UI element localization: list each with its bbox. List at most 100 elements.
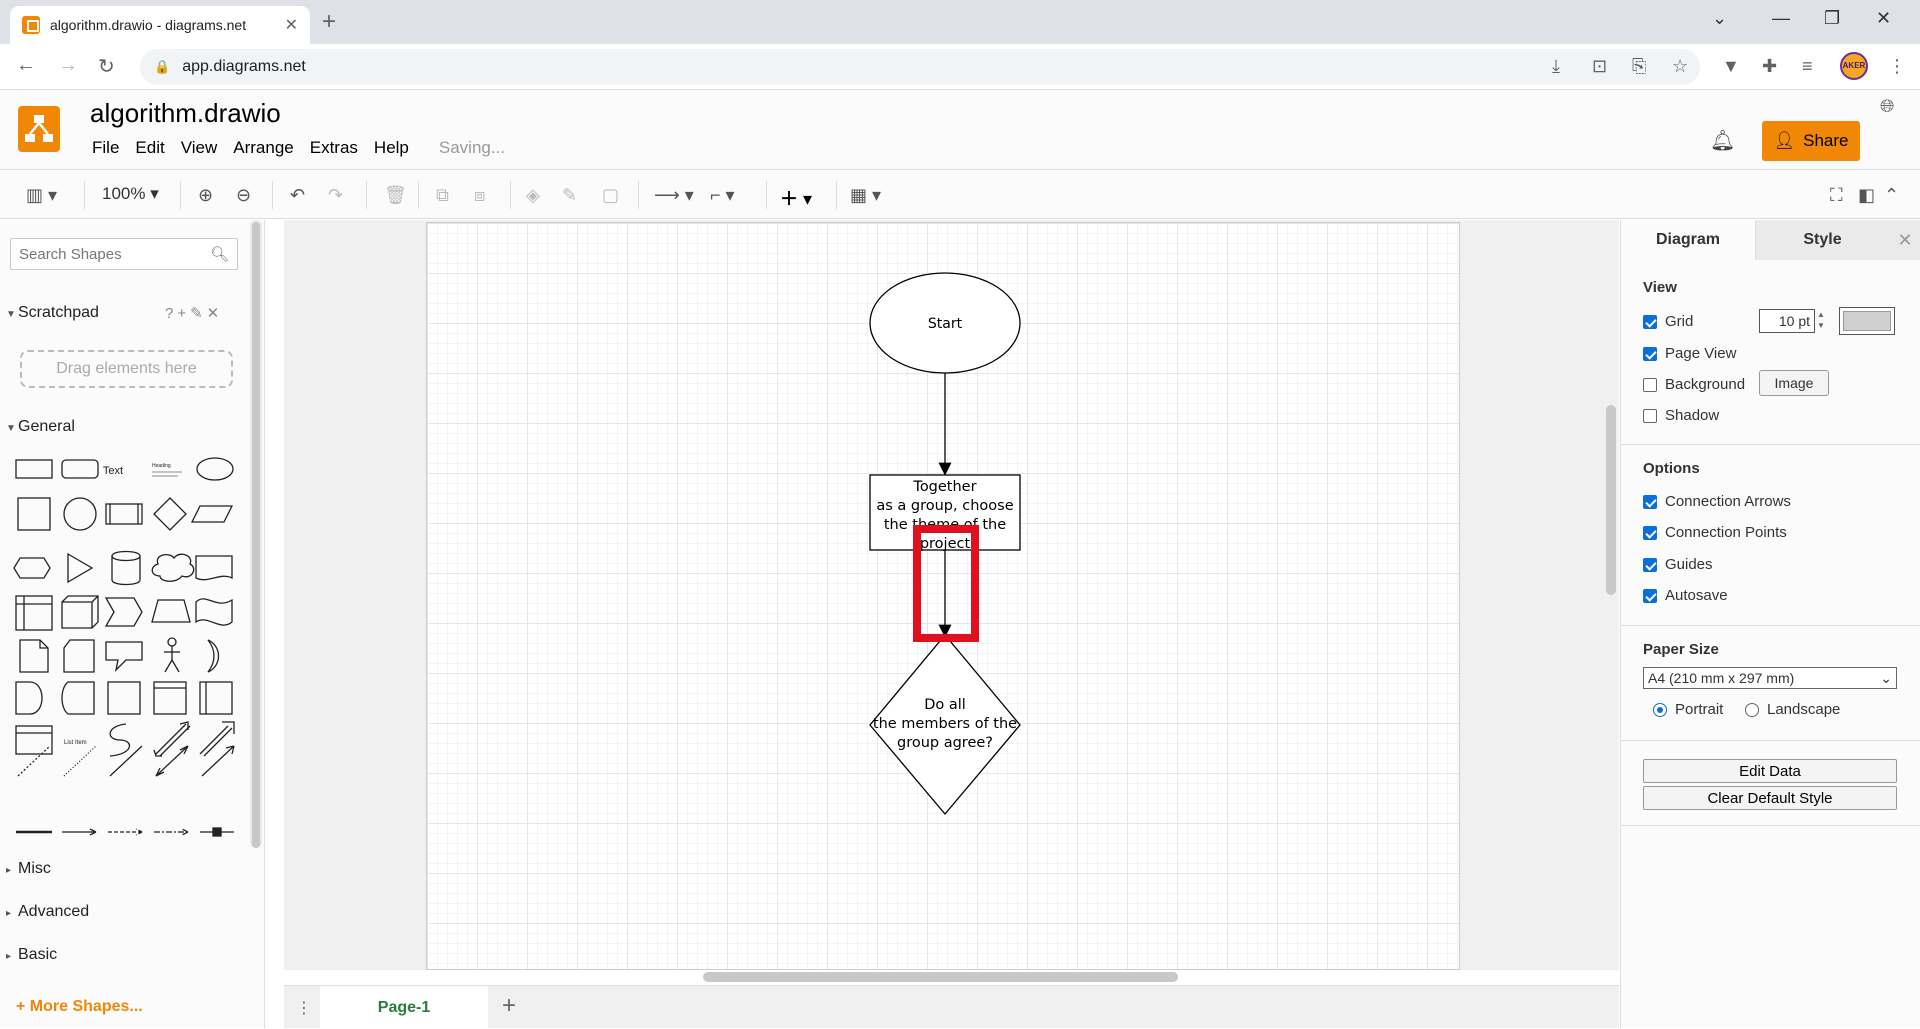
profile-avatar[interactable]: AKER [1840,52,1868,80]
scratchpad-dropzone[interactable]: Drag elements here [20,350,233,388]
pages-menu-icon[interactable]: ⋮ [296,998,312,1018]
table-icon[interactable]: ▦ ▾ [850,185,881,206]
line-shapes-palette[interactable] [10,740,240,850]
background-image-button[interactable]: Image [1759,370,1829,396]
undo-icon[interactable]: ↶ [290,185,305,206]
grid-size-input[interactable]: 10 pt [1759,309,1815,333]
fullscreen-icon[interactable]: ⛶ [1830,185,1843,206]
zoom-level[interactable]: 100% ▾ [102,184,159,204]
background-checkbox[interactable]: Background [1643,376,1745,393]
autosave-checkbox[interactable]: Autosave [1643,587,1728,604]
reload-icon[interactable]: ↻ [98,54,115,79]
new-tab-icon[interactable]: + [322,8,336,36]
fill-color-icon[interactable]: ◈ [526,185,540,206]
advanced-header[interactable]: ▸ Advanced [0,903,250,921]
bookmark-star-icon[interactable]: ☆ [1672,56,1688,77]
back-icon[interactable]: ← [16,54,36,77]
language-globe-icon[interactable]: 🌐︎ [1880,96,1894,117]
edit-data-button[interactable]: Edit Data [1643,759,1897,783]
reading-list-icon[interactable]: ≡ [1802,56,1813,77]
diagram-canvas[interactable]: Start Together as a group, choose the th… [284,220,1619,970]
collapse-icon[interactable]: ⌃ [1884,185,1899,206]
scratchpad-actions[interactable]: ?+✎✕ [165,304,223,322]
basic-header[interactable]: ▸ Basic [0,946,250,964]
checkbox-checked[interactable] [1643,346,1657,361]
install-icon[interactable]: ⤓ [1552,56,1560,77]
checkbox-unchecked[interactable] [1643,408,1657,423]
search-shapes-input[interactable]: Search Shapes 🔍︎ [10,238,238,270]
radio-unselected[interactable] [1745,702,1759,717]
grid-color-button[interactable] [1839,307,1895,335]
page-view-checkbox[interactable]: Page View [1643,345,1736,362]
checkbox-checked[interactable] [1643,557,1657,572]
window-close-icon[interactable]: ✕ [1876,8,1891,29]
save-page-icon[interactable]: ⎘ [1632,56,1646,77]
file-name[interactable]: algorithm.drawio [90,98,281,129]
forward-icon[interactable]: → [58,54,78,77]
menu-edit[interactable]: Edit [127,138,172,158]
sidebar-scrollbar[interactable] [250,220,262,848]
insert-plus-icon[interactable]: ＋ ▾ [780,185,812,211]
decision-node[interactable]: Do all the members of the group agree? [869,633,1021,816]
portrait-radio[interactable]: Portrait [1653,701,1723,718]
lock-icon[interactable]: 🔒 [154,59,170,75]
menu-arrange[interactable]: Arrange [225,138,301,158]
notification-bell-icon[interactable]: 🔔︎ [1710,128,1735,153]
checkbox-checked[interactable] [1643,494,1657,509]
connection-style-icon[interactable]: ⟶ ▾ [654,185,694,206]
line-color-icon[interactable]: ✎ [562,185,577,206]
format-panel-toggle-icon[interactable]: ▥ ▾ [26,185,57,206]
more-shapes-button[interactable]: + More Shapes... [16,998,143,1016]
paper-size-select[interactable]: A4 (210 mm x 297 mm) ⌄ [1643,667,1897,689]
start-node[interactable]: Start [869,272,1021,374]
translate-icon[interactable]: ⊡ [1592,56,1607,77]
guides-checkbox[interactable]: Guides [1643,556,1713,573]
page-tab[interactable]: Page-1 [320,986,488,1029]
checkbox-checked[interactable] [1643,588,1657,603]
menu-file[interactable]: File [84,138,127,158]
clear-default-style-button[interactable]: Clear Default Style [1643,786,1897,810]
to-back-icon[interactable]: ⧈ [474,185,485,206]
checkbox-unchecked[interactable] [1643,377,1657,392]
process-node[interactable]: Together as a group, choose the theme of… [869,474,1021,552]
restore-icon[interactable]: ❐ [1824,8,1840,29]
canvas-horizontal-scrollbar[interactable] [703,972,1178,982]
minimize-icon[interactable]: — [1772,8,1790,29]
misc-header[interactable]: ▸ Misc [0,860,250,878]
panel-toggle-icon[interactable]: ◧ [1858,185,1875,206]
delete-icon[interactable]: 🗑︎ [384,185,407,206]
tab-search-icon[interactable]: ⌄ [1712,8,1727,29]
landscape-radio[interactable]: Landscape [1745,701,1840,718]
checkbox-checked[interactable] [1643,525,1657,540]
tab-close-icon[interactable]: ✕ [285,15,298,35]
canvas-vertical-scrollbar[interactable] [1606,405,1616,595]
connection-points-checkbox[interactable]: Connection Points [1643,524,1787,541]
menu-extras[interactable]: Extras [302,138,366,158]
flowchart[interactable]: Start Together as a group, choose the th… [427,223,1461,970]
radio-selected[interactable] [1653,702,1667,717]
general-header[interactable]: ▼ General [0,418,250,436]
menu-view[interactable]: View [173,138,226,158]
to-front-icon[interactable]: ⧉ [436,185,449,206]
tab-diagram[interactable]: Diagram [1621,220,1755,260]
add-page-icon[interactable]: + [502,992,516,1020]
shadow-icon[interactable]: ▢ [602,185,619,206]
extension-v-icon[interactable]: ▼ [1722,56,1740,77]
extensions-puzzle-icon[interactable]: ✚ [1762,56,1777,77]
zoom-in-icon[interactable]: ⊕ [198,185,213,206]
share-button[interactable]: 👤︎ Share [1762,121,1860,161]
menu-help[interactable]: Help [366,138,417,158]
browser-menu-icon[interactable]: ⋮ [1888,56,1906,77]
grid-checkbox[interactable]: Grid [1643,313,1693,330]
zoom-out-icon[interactable]: ⊖ [236,185,251,206]
close-panel-icon[interactable]: ✕ [1889,220,1920,260]
shadow-checkbox[interactable]: Shadow [1643,407,1719,424]
waypoints-icon[interactable]: ⌐ ▾ [710,185,735,206]
diagram-page[interactable]: Start Together as a group, choose the th… [426,222,1460,970]
connection-arrows-checkbox[interactable]: Connection Arrows [1643,493,1791,510]
browser-tab[interactable]: algorithm.drawio - diagrams.net ✕ [10,6,310,44]
grid-size-spinner[interactable]: ▲ ▼ [1817,309,1827,333]
tab-style[interactable]: Style [1755,220,1889,260]
checkbox-checked[interactable] [1643,314,1657,329]
url-bar[interactable]: 🔒 app.diagrams.net [140,49,1700,85]
